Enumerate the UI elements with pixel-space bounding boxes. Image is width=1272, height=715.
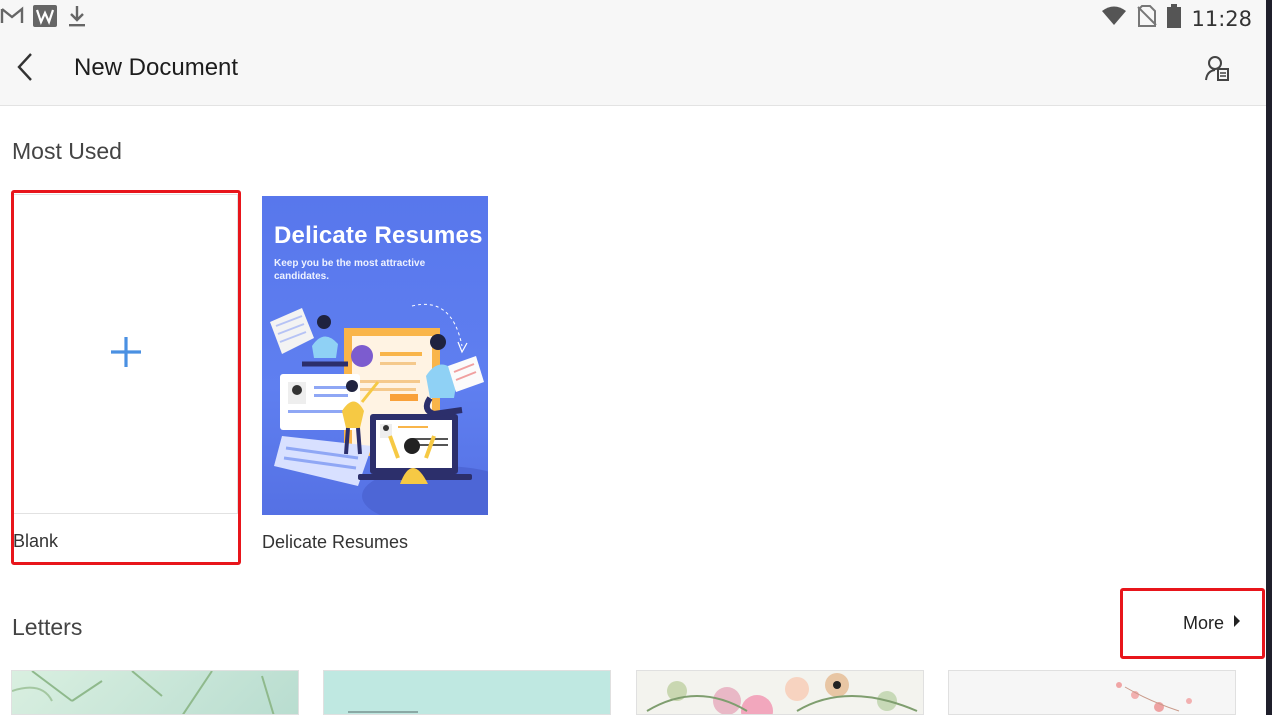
user-document-icon [1204,54,1232,87]
back-button[interactable] [8,50,42,88]
letter-template-2[interactable] [323,670,611,715]
status-bar-right: 11:28 [1101,4,1252,33]
no-sim-icon [1137,5,1158,32]
status-time: 11:28 [1191,6,1252,31]
screen-edge [1266,0,1272,715]
status-bar-left [0,4,88,33]
most-used-heading: Most Used [12,138,122,164]
download-icon [66,4,88,33]
resume-illustration [270,303,488,515]
letter-template-4[interactable] [948,670,1236,715]
blank-template-thumbnail[interactable] [13,194,238,514]
letter-template-3[interactable] [636,670,924,715]
caret-right-icon [1233,614,1241,632]
account-button[interactable] [1200,52,1236,88]
battery-icon [1167,4,1182,33]
delicate-resumes-thumbnail[interactable]: Delicate Resumes Keep you be the most at… [262,196,488,515]
delicate-resumes-template[interactable]: Delicate Resumes Keep you be the most at… [262,196,488,556]
plus-icon [109,335,143,374]
delicate-resumes-label: Delicate Resumes [262,532,409,552]
letters-heading: Letters [12,614,83,640]
status-bar: 11:28 [0,0,1266,32]
blossom-illustration [1116,682,1192,712]
blank-template-label: Blank [13,531,59,551]
app-bar: New Document [0,32,1266,106]
more-letters-button[interactable]: More [1122,590,1263,656]
page-title: New Document [74,54,239,81]
back-arrow-icon [15,51,35,88]
wifi-icon [1101,6,1127,31]
more-label: More [1182,612,1224,633]
gmail-icon [0,6,24,31]
branch-illustration [12,671,275,714]
wps-office-icon [32,4,58,33]
blank-template[interactable]: Blank [13,194,238,563]
letter-template-1[interactable] [11,670,299,715]
flower-illustration [646,673,918,714]
letter-text-lines [348,711,418,713]
